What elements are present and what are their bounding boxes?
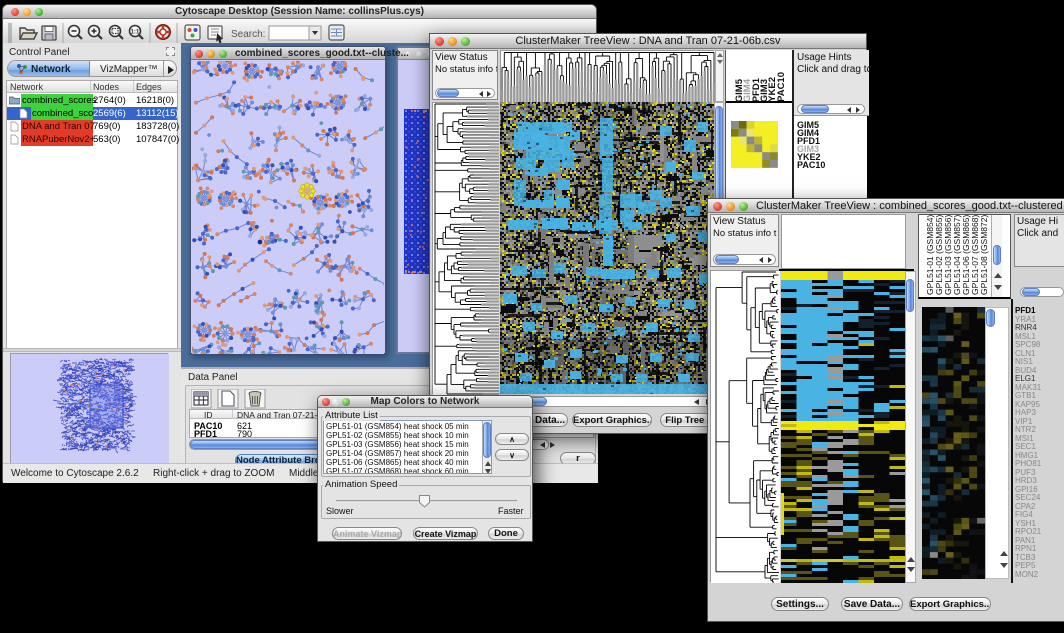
- svg-text:Search:: Search:: [231, 29, 265, 40]
- svg-text:1:1: 1:1: [131, 30, 140, 36]
